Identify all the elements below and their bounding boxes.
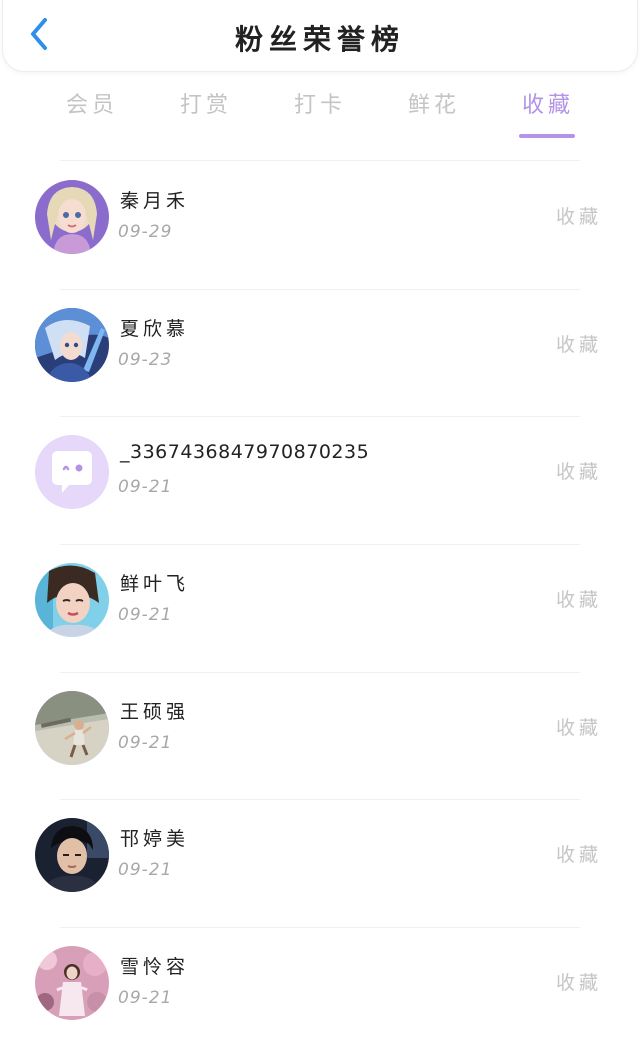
date-label: 09-23: [118, 349, 173, 370]
user-name: _3367436847970870235: [120, 441, 370, 464]
user-name: 王硕强: [120, 700, 190, 723]
favorite-action-label: 收藏: [555, 972, 602, 995]
user-name: 雪怜容: [120, 956, 190, 979]
avatar[interactable]: [35, 690, 109, 765]
favorite-action-label: 收藏: [555, 844, 602, 867]
list-item[interactable]: 邗婷美 09-21 收藏: [0, 800, 640, 929]
list-item[interactable]: 王硕强 09-21 收藏: [0, 673, 640, 801]
tab-checkin[interactable]: 打卡: [270, 86, 370, 142]
avatar[interactable]: [35, 563, 109, 638]
tab-bar: 会员 打赏 打卡 鲜花 收藏: [0, 86, 640, 146]
date-label: 09-21: [118, 732, 173, 753]
avatar[interactable]: [35, 307, 109, 382]
top-navigation-bar: 粉丝荣誉榜: [2, 0, 638, 72]
tab-favorites[interactable]: 收藏: [498, 86, 598, 142]
tab-label: 会员: [65, 93, 118, 118]
user-name: 鲜叶飞: [120, 573, 190, 596]
list-item[interactable]: 夏欣慕 09-23 收藏: [0, 290, 640, 418]
active-tab-indicator: [519, 134, 575, 138]
favorite-action-label: 收藏: [555, 589, 602, 612]
avatar[interactable]: [35, 180, 109, 254]
list-item[interactable]: 秦月禾 09-29 收藏: [0, 162, 640, 290]
tab-label: 鲜花: [407, 93, 460, 118]
fan-list: 秦月禾 09-29 收藏 夏欣慕 09-23 收藏 _3367436847970…: [0, 162, 640, 1040]
favorite-action-label: 收藏: [555, 333, 602, 356]
tab-label: 打卡: [293, 93, 346, 118]
divider: [60, 160, 580, 161]
date-label: 09-21: [118, 860, 173, 881]
favorite-action-label: 收藏: [555, 716, 602, 739]
date-label: 09-21: [118, 477, 173, 498]
user-name: 秦月禾: [120, 190, 190, 212]
tab-label: 打赏: [179, 93, 232, 118]
avatar[interactable]: [35, 818, 109, 893]
tab-rewards[interactable]: 打赏: [156, 86, 256, 142]
date-label: 09-29: [118, 222, 173, 242]
user-name: 夏欣慕: [120, 317, 190, 340]
page-title: 粉丝荣誉榜: [234, 23, 405, 56]
avatar[interactable]: [35, 946, 109, 1021]
date-label: 09-21: [118, 988, 173, 1009]
avatar[interactable]: [35, 435, 109, 510]
user-name: 邗婷美: [120, 828, 190, 851]
tab-flowers[interactable]: 鲜花: [384, 86, 484, 142]
list-item[interactable]: 鲜叶飞 09-21 收藏: [0, 545, 640, 673]
favorite-action-label: 收藏: [555, 461, 602, 484]
favorite-action-label: 收藏: [555, 206, 602, 228]
list-item[interactable]: 雪怜容 09-21 收藏: [0, 928, 640, 1040]
tab-members[interactable]: 会员: [42, 86, 142, 142]
fan-honor-page: 粉丝荣誉榜 会员 打赏 打卡 鲜花 收藏 秦月禾 09-29 收藏 夏欣慕 09…: [0, 0, 640, 1040]
tab-label: 收藏: [521, 93, 574, 118]
list-item[interactable]: _3367436847970870235 09-21 收藏: [0, 417, 640, 546]
date-label: 09-21: [118, 605, 173, 626]
